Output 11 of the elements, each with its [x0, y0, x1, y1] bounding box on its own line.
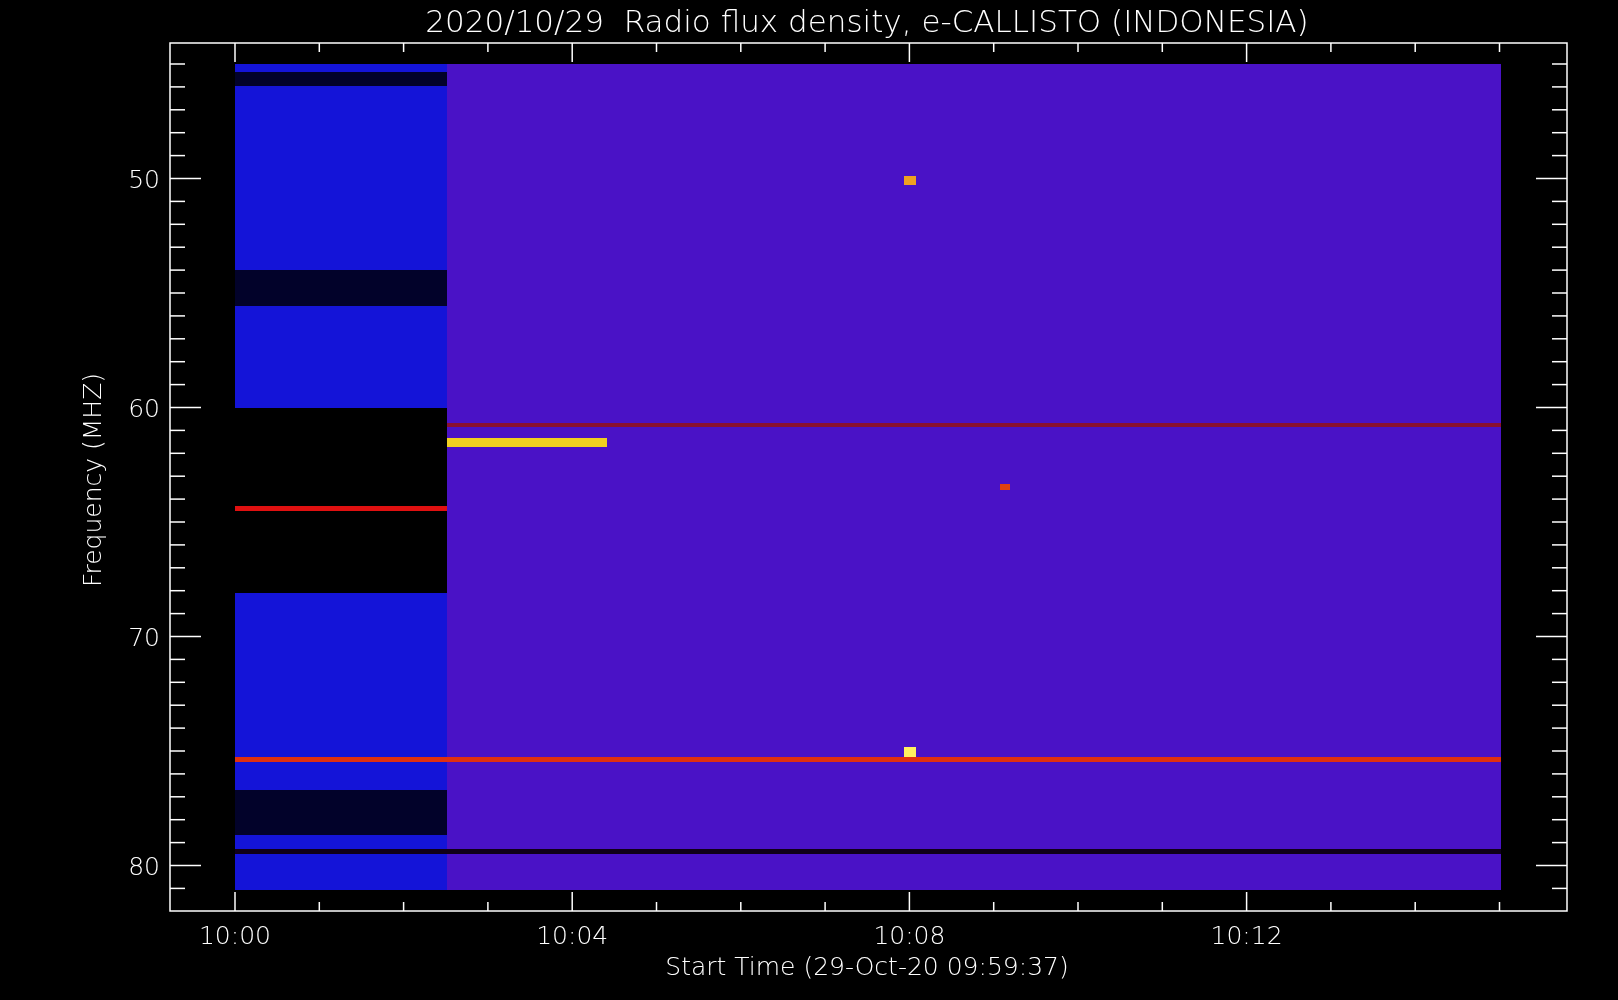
tick-label: 70 [128, 622, 160, 652]
axis-label: Frequency (MHZ) [78, 372, 107, 588]
tick-label: 80 [128, 851, 160, 881]
tick-label: 10:04 [536, 921, 609, 950]
tick-label: 10:08 [873, 921, 946, 950]
tick-label: 50 [128, 164, 160, 194]
axis-label: Start Time (29-Oct-20 09:59:37) [665, 952, 1069, 981]
tick-label: 10:00 [199, 921, 271, 950]
chart-title: 2020/10/29 Radio flux density, e-CALLISTO (INDONESIA) [425, 3, 1309, 39]
tick-label: 10:12 [1210, 921, 1283, 950]
tick-label: 60 [128, 393, 160, 423]
